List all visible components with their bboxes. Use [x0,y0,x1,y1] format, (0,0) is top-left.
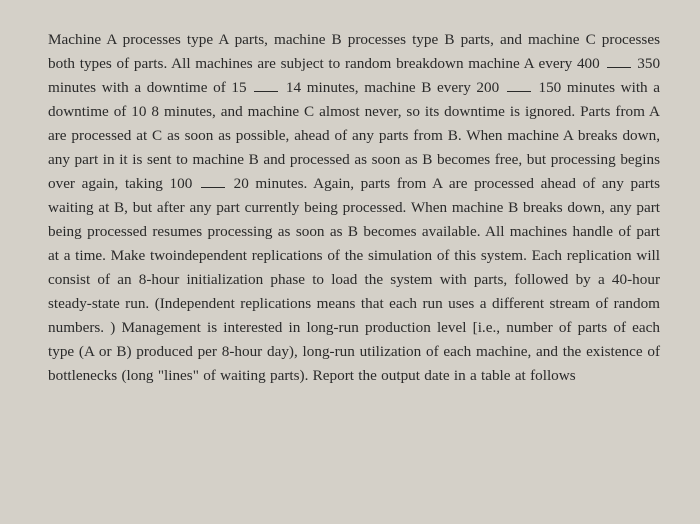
blank-4 [201,174,225,188]
text-segment-1: Machine A processes type A parts, machin… [48,31,660,72]
blank-3 [507,78,531,92]
blank-2 [254,78,278,92]
blank-1 [607,54,631,68]
document-paragraph: Machine A processes type A parts, machin… [48,28,660,388]
text-segment-3: 14 minutes, machine B every 200 [286,79,499,96]
text-segment-5: 20 minutes. Again, parts from A are proc… [48,175,660,384]
